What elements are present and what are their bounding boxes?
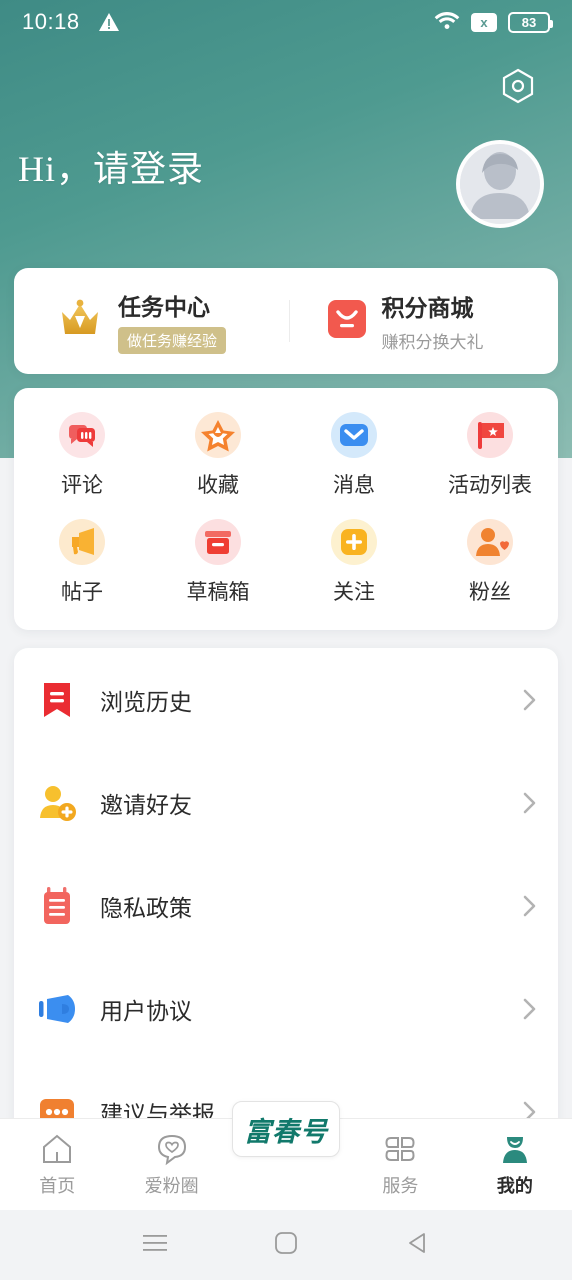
shortcut-grid: 评论 收藏 消息 活动列表 帖子 草稿箱 关注 粉丝 xyxy=(14,412,558,606)
bookmark-history-icon xyxy=(36,679,78,721)
grid-item-drafts[interactable]: 草稿箱 xyxy=(150,519,286,606)
tab-label: 服务 xyxy=(382,1175,419,1197)
menu-label: 浏览历史 xyxy=(100,689,192,716)
crown-icon xyxy=(56,298,104,345)
settings-menu-card: 浏览历史 邀请好友 隐私政策 用户协议 建议与举报 xyxy=(14,648,558,1148)
back-triangle-icon xyxy=(406,1231,428,1260)
draft-box-icon xyxy=(195,519,241,565)
bottom-tab-bar: 首页 爱粉圈 服务 我的 富春号 xyxy=(0,1101,572,1210)
star-icon xyxy=(195,412,241,458)
grid-label: 草稿箱 xyxy=(186,580,250,604)
warning-triangle-icon xyxy=(98,12,120,32)
menu-item-browse-history[interactable]: 浏览历史 xyxy=(36,648,536,751)
grid-item-message[interactable]: 消息 xyxy=(286,412,422,499)
tab-services[interactable]: 服务 xyxy=(343,1132,457,1198)
points-shop-subtitle: 赚积分换大礼 xyxy=(381,333,484,352)
grid-label: 关注 xyxy=(333,580,375,604)
points-shop-button[interactable]: 积分商城 赚积分换大礼 xyxy=(290,289,559,353)
comment-icon xyxy=(59,412,105,458)
grid-item-fans[interactable]: 粉丝 xyxy=(422,519,558,606)
home-button[interactable] xyxy=(262,1221,310,1269)
points-shop-icon xyxy=(326,297,368,346)
grid-label: 帖子 xyxy=(61,580,103,604)
plus-square-icon xyxy=(331,519,377,565)
menu-label: 邀请好友 xyxy=(100,792,192,819)
tab-label: 我的 xyxy=(496,1175,533,1197)
no-sim-icon: x xyxy=(471,12,497,32)
grid-item-comment[interactable]: 评论 xyxy=(14,412,150,499)
avatar[interactable] xyxy=(456,140,544,228)
status-right-group: x 83 xyxy=(434,10,553,35)
privacy-clipboard-icon xyxy=(36,885,78,927)
grid-label: 活动列表 xyxy=(448,473,532,497)
grid-clover-icon xyxy=(383,1132,417,1166)
menu-item-invite-friends[interactable]: 邀请好友 xyxy=(36,751,536,854)
chevron-right-icon xyxy=(523,998,536,1020)
message-envelope-icon xyxy=(331,412,377,458)
heart-bubble-icon xyxy=(155,1132,189,1166)
grid-item-favorites[interactable]: 收藏 xyxy=(150,412,286,499)
chevron-right-icon xyxy=(523,792,536,814)
menu-label: 隐私政策 xyxy=(100,895,192,922)
center-logo-text: 富春号 xyxy=(244,1116,328,1147)
chevron-right-icon xyxy=(523,895,536,917)
grid-label: 粉丝 xyxy=(469,580,511,604)
points-shop-title: 积分商城 xyxy=(381,296,474,322)
android-nav-bar xyxy=(0,1210,572,1280)
grid-item-activity-list[interactable]: 活动列表 xyxy=(422,412,558,499)
fans-person-icon xyxy=(467,519,513,565)
battery-indicator: 83 xyxy=(508,11,553,33)
task-center-badge: 做任务赚经验 xyxy=(118,327,227,354)
grid-label: 消息 xyxy=(333,473,375,497)
default-avatar-icon xyxy=(460,144,540,224)
settings-hexagon-icon xyxy=(501,68,535,109)
wifi-icon xyxy=(434,10,460,35)
invite-friend-icon xyxy=(36,782,78,824)
settings-button[interactable] xyxy=(498,68,538,108)
status-time: 10:18 xyxy=(22,9,80,34)
recents-button[interactable] xyxy=(131,1221,179,1269)
tab-fan-circle[interactable]: 爱粉圈 xyxy=(114,1132,228,1198)
menu-lines-icon xyxy=(142,1233,168,1258)
grid-label: 评论 xyxy=(61,473,103,497)
tab-label: 爱粉圈 xyxy=(144,1175,199,1197)
grid-item-posts[interactable]: 帖子 xyxy=(14,519,150,606)
grid-label: 收藏 xyxy=(197,473,239,497)
home-icon xyxy=(40,1132,74,1166)
menu-item-privacy-policy[interactable]: 隐私政策 xyxy=(36,854,536,957)
grid-item-following[interactable]: 关注 xyxy=(286,519,422,606)
shortcut-grid-card: 评论 收藏 消息 活动列表 帖子 草稿箱 关注 粉丝 xyxy=(14,388,558,630)
task-center-title: 任务中心 xyxy=(118,295,210,321)
page-title: Hi，请登录 xyxy=(18,149,205,189)
user-agreement-icon xyxy=(36,988,78,1030)
tab-home[interactable]: 首页 xyxy=(0,1132,114,1198)
center-logo-button[interactable]: 富春号 xyxy=(232,1101,340,1157)
app-root: 10:18 x 83 Hi，请登录 任务中心 做任务赚经验 积分商城 赚积分换大… xyxy=(0,0,572,1280)
megaphone-icon xyxy=(59,519,105,565)
back-button[interactable] xyxy=(393,1221,441,1269)
tab-profile[interactable]: 我的 xyxy=(458,1132,572,1198)
menu-label: 用户协议 xyxy=(100,998,192,1025)
flag-icon xyxy=(467,412,513,458)
home-square-icon xyxy=(274,1231,298,1260)
task-center-card: 任务中心 做任务赚经验 积分商城 赚积分换大礼 xyxy=(14,268,558,374)
profile-person-icon xyxy=(498,1132,532,1166)
chevron-right-icon xyxy=(523,689,536,711)
task-center-button[interactable]: 任务中心 做任务赚经验 xyxy=(14,288,289,354)
menu-item-user-agreement[interactable]: 用户协议 xyxy=(36,957,536,1060)
tab-label: 首页 xyxy=(39,1175,76,1197)
status-bar: 10:18 x 83 xyxy=(0,0,572,44)
